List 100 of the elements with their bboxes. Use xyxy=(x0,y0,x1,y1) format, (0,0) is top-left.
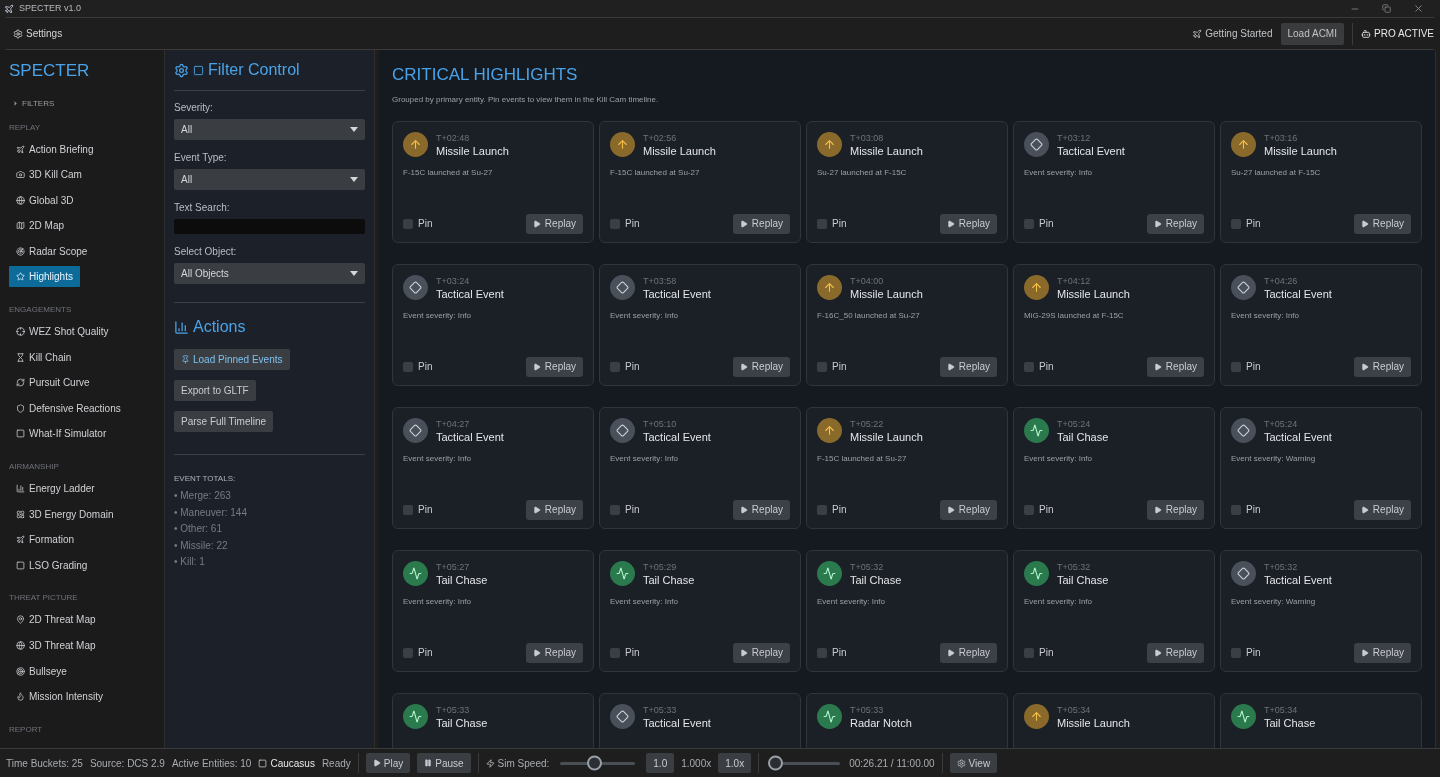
replay-button[interactable]: Replay xyxy=(1353,356,1411,377)
replay-button[interactable]: Replay xyxy=(1353,213,1411,234)
replay-button[interactable]: Replay xyxy=(939,499,997,520)
replay-button[interactable]: Replay xyxy=(1353,499,1411,520)
atom-icon xyxy=(16,509,25,519)
total-item: • Other: 61 xyxy=(174,522,223,536)
replay-button[interactable]: Replay xyxy=(939,642,997,663)
play-button[interactable]: Play xyxy=(365,753,411,773)
event-description: Event severity: Info xyxy=(1024,452,1094,465)
load-acmi-button[interactable]: Load ACMI xyxy=(1280,22,1344,45)
replay-button[interactable]: Replay xyxy=(732,642,790,663)
event-time: T+02:56 xyxy=(643,131,678,144)
slider-thumb[interactable] xyxy=(767,755,783,771)
pin-checkbox[interactable] xyxy=(610,504,620,515)
pin-checkbox[interactable] xyxy=(817,504,827,515)
pin-checkbox[interactable] xyxy=(403,647,413,658)
pin-label: Pin xyxy=(1039,217,1054,231)
view-button[interactable]: View xyxy=(949,753,998,773)
arrow-up-icon xyxy=(1024,274,1049,300)
pin-checkbox[interactable] xyxy=(1231,647,1241,658)
pin-checkbox[interactable] xyxy=(403,218,413,229)
replay-button[interactable]: Replay xyxy=(1146,356,1204,377)
nav-item[interactable]: Highlights xyxy=(9,266,80,288)
pin-checkbox[interactable] xyxy=(817,361,827,372)
nav-item[interactable]: Bullseye xyxy=(9,660,74,682)
nav-item[interactable]: 3D Threat Map xyxy=(9,635,103,656)
dropdown[interactable]: All Objects xyxy=(174,263,365,284)
event-description: Event severity: Info xyxy=(610,452,680,465)
play-icon xyxy=(372,759,381,767)
dropdown[interactable]: All xyxy=(174,169,365,190)
replay-button[interactable]: Replay xyxy=(732,499,790,520)
field-label: Text Search: xyxy=(174,201,231,215)
nav-item[interactable]: 2D Threat Map xyxy=(9,609,103,631)
replay-button[interactable]: Replay xyxy=(1146,499,1204,520)
replay-button[interactable]: Replay xyxy=(525,213,583,234)
nav-item[interactable]: WEZ Shot Quality xyxy=(9,321,116,343)
replay-button[interactable]: Replay xyxy=(1146,213,1204,234)
nav-item[interactable]: Global 3D xyxy=(9,189,81,211)
action-button[interactable]: Export to GLTF xyxy=(174,380,256,401)
dropdown[interactable]: All xyxy=(174,119,365,140)
filters-toggle[interactable]: FILTERS xyxy=(12,97,155,110)
close-icon[interactable] xyxy=(1413,3,1424,14)
nav-item[interactable]: Action Briefing xyxy=(9,138,101,160)
replay-button[interactable]: Replay xyxy=(1146,642,1204,663)
pause-icon xyxy=(424,759,433,767)
pin-checkbox[interactable] xyxy=(1231,361,1241,372)
pin-checkbox[interactable] xyxy=(610,647,620,658)
nav-item[interactable]: 3D Kill Cam xyxy=(9,164,89,186)
slider[interactable] xyxy=(560,755,636,771)
replay-button[interactable]: Replay xyxy=(525,642,583,663)
replay-button[interactable]: Replay xyxy=(1353,642,1411,663)
action-button[interactable]: Load Pinned Events xyxy=(174,349,290,370)
nav-item[interactable]: 3D Energy Domain xyxy=(9,503,121,525)
pin-checkbox[interactable] xyxy=(1024,218,1034,229)
pin-checkbox[interactable] xyxy=(403,504,413,515)
nav-item[interactable]: Formation xyxy=(9,529,81,551)
restore-icon[interactable] xyxy=(1382,4,1391,13)
pin-checkbox[interactable] xyxy=(610,361,620,372)
replay-button[interactable]: Replay xyxy=(525,356,583,377)
pin-checkbox[interactable] xyxy=(817,218,827,229)
status-text: Active Entities: 10 xyxy=(171,756,252,771)
settings-menu[interactable]: Settings xyxy=(6,26,70,41)
getting-started-button[interactable]: Getting Started xyxy=(1192,26,1273,41)
replay-button[interactable]: Replay xyxy=(732,213,790,234)
pin-checkbox[interactable] xyxy=(403,361,413,372)
nav-item[interactable]: LSO Grading xyxy=(9,554,95,576)
nav-item[interactable]: Radar Scope xyxy=(9,240,95,262)
target-icon xyxy=(16,666,25,676)
plane-icon xyxy=(1192,28,1203,39)
pin-checkbox[interactable] xyxy=(1024,504,1034,515)
replay-button[interactable]: Replay xyxy=(525,499,583,520)
nav-item[interactable]: What-If Simulator xyxy=(9,423,114,445)
nav-item[interactable]: Pursuit Curve xyxy=(9,372,97,394)
slider-thumb[interactable] xyxy=(587,755,603,771)
pin-checkbox[interactable] xyxy=(1024,647,1034,658)
play-icon xyxy=(1360,505,1369,514)
map-icon xyxy=(16,221,25,231)
replay-button[interactable]: Replay xyxy=(732,356,790,377)
playback-time: 00:26.21 / 11:00.00 xyxy=(849,756,935,771)
arrow-up-icon xyxy=(610,131,635,157)
action-button[interactable]: Parse Full Timeline xyxy=(174,411,274,432)
nav-item[interactable]: Energy Ladder xyxy=(9,478,102,500)
pin-checkbox[interactable] xyxy=(610,218,620,229)
play-icon xyxy=(1360,362,1369,371)
pin-checkbox[interactable] xyxy=(1024,361,1034,372)
speed-button[interactable]: 1.0x xyxy=(718,753,752,773)
wave-icon xyxy=(403,560,428,586)
pin-checkbox[interactable] xyxy=(817,647,827,658)
nav-item[interactable]: Defensive Reactions xyxy=(9,397,128,419)
search-field[interactable] xyxy=(174,219,365,234)
replay-button[interactable]: Replay xyxy=(939,213,997,234)
pin-checkbox[interactable] xyxy=(1231,504,1241,515)
totals-heading: EVENT TOTALS: xyxy=(174,473,237,485)
nav-item[interactable]: Kill Chain xyxy=(9,346,79,368)
pin-checkbox[interactable] xyxy=(1231,218,1241,229)
nav-item[interactable]: Mission Intensity xyxy=(9,686,110,708)
replay-button[interactable]: Replay xyxy=(939,356,997,377)
pause-button[interactable]: Pause xyxy=(417,753,471,773)
pro-status-button[interactable]: PRO ACTIVE xyxy=(1361,26,1434,41)
nav-item[interactable]: 2D Map xyxy=(9,215,71,237)
